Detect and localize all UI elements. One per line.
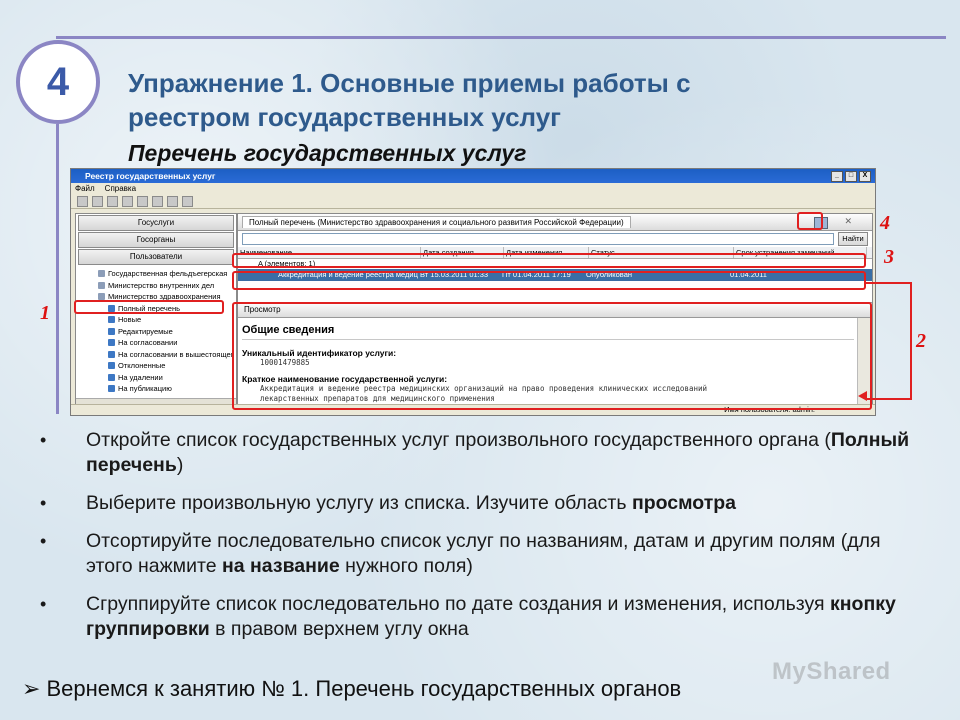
footer-text: Вернемся к занятию № 1. Перечень государ… (46, 676, 682, 701)
folder-icon (108, 362, 115, 370)
slide-number: 4 (46, 59, 70, 104)
document-icon (98, 281, 105, 289)
close-icon[interactable]: ✕ (844, 216, 852, 227)
settings-icon[interactable] (107, 195, 118, 207)
slide-subtitle: Перечень государственных услуг (128, 140, 527, 166)
folder-icon (108, 385, 115, 393)
arrow-left-icon (858, 391, 867, 401)
nav-button-services[interactable]: Госуслуги (78, 215, 234, 231)
close-button[interactable]: X (859, 171, 871, 182)
paste-icon[interactable] (137, 195, 148, 207)
folder-icon (108, 339, 115, 347)
highlight-columns (232, 253, 866, 268)
annotation-2: 2 (916, 330, 926, 352)
app-titlebar: Реестр государственных услуг _ □ X (71, 169, 875, 183)
list-item: Отсортируйте последовательно список услу… (40, 529, 920, 579)
tree-item[interactable]: Государственная фельдъегерская (78, 268, 234, 280)
annotation-bracket (866, 282, 912, 400)
save-icon[interactable] (92, 195, 103, 207)
tree-item[interactable]: Министерство внутренних дел (78, 280, 234, 292)
refresh-icon[interactable] (167, 195, 178, 207)
help-icon[interactable] (182, 195, 193, 207)
footer-link[interactable]: ➢ Вернемся к занятию № 1. Перечень госуд… (22, 676, 681, 702)
tab-full-list[interactable]: Полный перечень (Министерство здравоохра… (242, 216, 631, 228)
highlight-selected-row (232, 271, 866, 290)
menu-help[interactable]: Справка (105, 184, 136, 193)
minimize-button[interactable]: _ (831, 171, 843, 182)
nav-button-users[interactable]: Пользователи (78, 249, 234, 265)
arrow-bullet-icon: ➢ (22, 676, 41, 701)
search-button[interactable]: Найти (838, 232, 868, 246)
highlight-preview (232, 302, 872, 410)
toolbar (71, 194, 875, 209)
highlight-group-button (797, 212, 823, 230)
tree-item[interactable]: Новые (78, 314, 234, 326)
list-item: Выберите произвольную услугу из списка. … (40, 491, 920, 516)
list-item: Сгруппируйте список последовательно по д… (40, 592, 920, 642)
annotation-3: 3 (884, 246, 894, 268)
annotation-4: 4 (880, 212, 890, 234)
tree-item[interactable]: На согласовании в вышестоящем (78, 349, 234, 361)
tree-item[interactable]: Отклоненные (78, 360, 234, 372)
watermark: MyShared (772, 658, 891, 685)
copy-icon[interactable] (122, 195, 133, 207)
instruction-list: Откройте список государственных услуг пр… (40, 428, 920, 655)
annotation-1: 1 (40, 302, 50, 324)
list-item: Откройте список государственных услуг пр… (40, 428, 920, 478)
title-line-2: реестром государственных услуг (128, 102, 561, 132)
folder-icon (108, 373, 115, 381)
agency-tree: Государственная фельдъегерская Министерс… (78, 268, 234, 398)
search-input[interactable] (242, 233, 834, 245)
highlight-full-list (74, 300, 224, 314)
nav-button-agencies[interactable]: Госорганы (78, 232, 234, 248)
new-icon[interactable] (77, 195, 88, 207)
document-icon (98, 270, 105, 278)
folder-icon (108, 316, 115, 324)
left-decor-line (56, 124, 59, 414)
tree-item[interactable]: На публикацию (78, 383, 234, 395)
slide-title: Упражнение 1. Основные приемы работы с р… (128, 66, 928, 134)
folder-icon[interactable] (152, 195, 163, 207)
tree-item[interactable]: На согласовании (78, 337, 234, 349)
top-decor-line (56, 36, 946, 39)
search-row: Найти (238, 231, 872, 247)
maximize-button[interactable]: □ (845, 171, 857, 182)
tab-bar: Полный перечень (Министерство здравоохра… (238, 214, 872, 231)
folder-icon (108, 350, 115, 358)
tree-item[interactable]: На удалении (78, 372, 234, 384)
menu-file[interactable]: Файл (75, 184, 95, 193)
menubar: Файл Справка (71, 183, 875, 194)
slide-number-badge: 4 (16, 40, 100, 124)
app-title-text: Реестр государственных услуг (85, 171, 216, 181)
tree-item[interactable]: Редактируемые (78, 326, 234, 338)
folder-icon (108, 327, 115, 335)
title-line-1: Упражнение 1. Основные приемы работы с (128, 68, 691, 98)
